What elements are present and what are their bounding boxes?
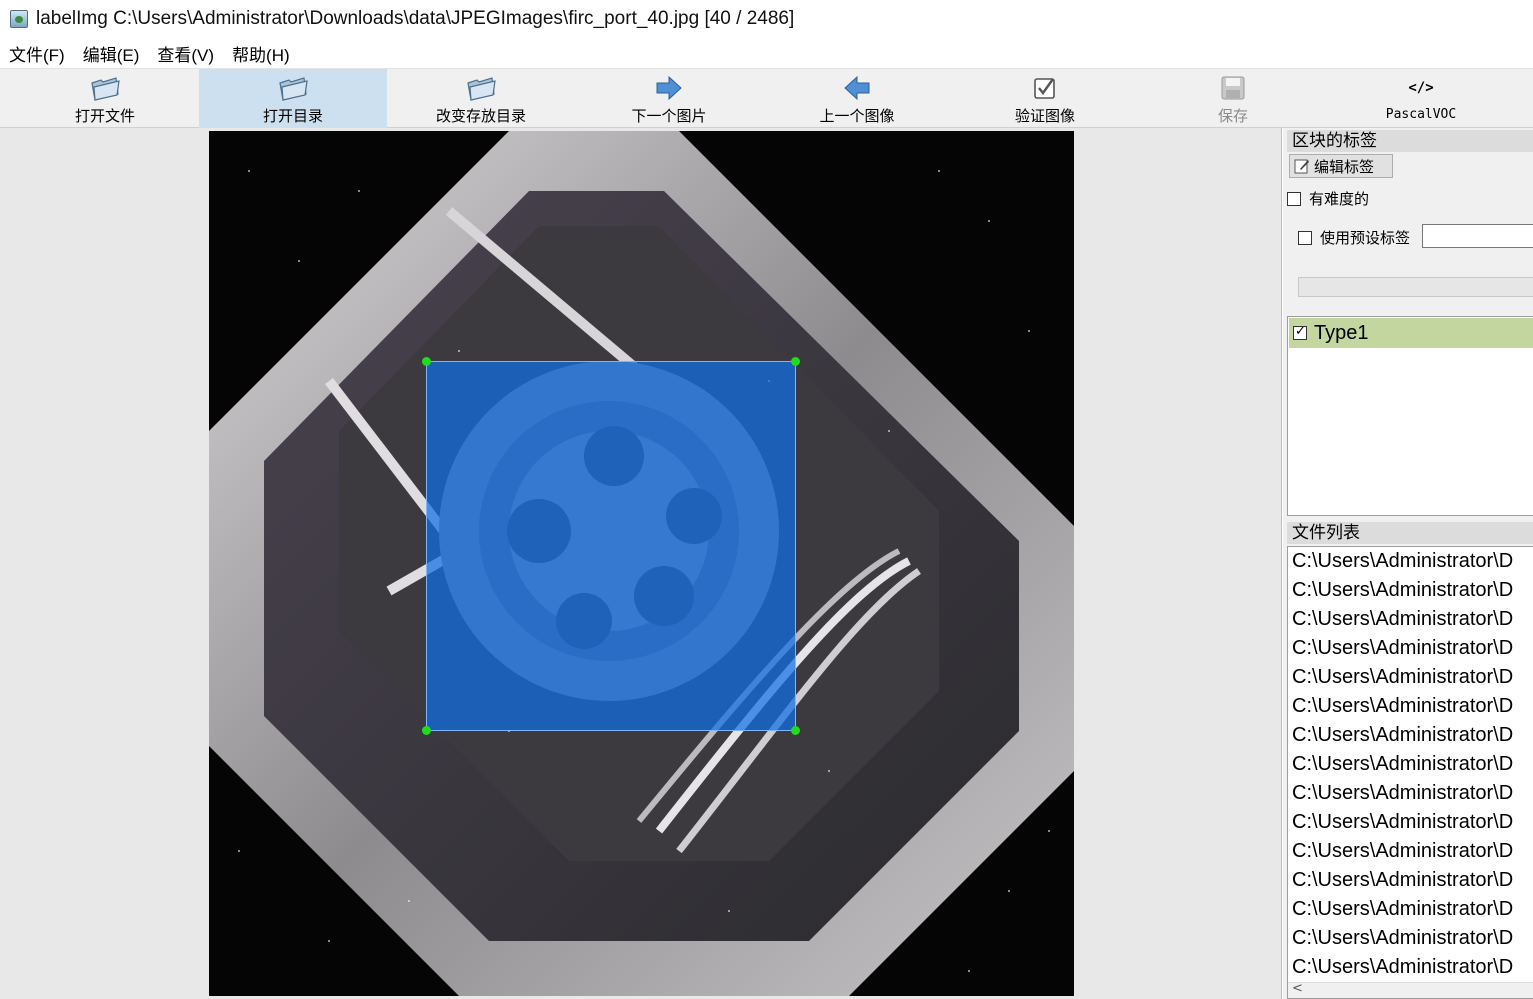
file-list-item[interactable]: C:\Users\Administrator\D xyxy=(1288,692,1533,721)
image-canvas[interactable] xyxy=(0,128,1282,999)
file-list-item[interactable]: C:\Users\Administrator\D xyxy=(1288,924,1533,953)
open-folder-icon xyxy=(88,73,122,103)
use-default-label-row[interactable]: 使用预设标签 xyxy=(1298,227,1410,248)
difficult-checkbox[interactable] xyxy=(1287,191,1301,206)
window-title: labelImg C:\Users\Administrator\Download… xyxy=(36,8,795,29)
open-folder-icon xyxy=(276,73,310,103)
label-item-name: Type1 xyxy=(1314,321,1369,344)
format-pascalvoc-button[interactable]: </> PascalVOC xyxy=(1327,69,1515,128)
menu-help[interactable]: 帮助(H) xyxy=(231,39,291,68)
default-label-input[interactable] xyxy=(1422,224,1533,248)
toolbar: 打开文件 打开目录 改变存放目录 下一个图片 上一个图像 验证图像 保存 </>… xyxy=(0,68,1533,128)
verify-check-icon xyxy=(1028,73,1062,103)
edit-label-button[interactable]: 编辑标签 xyxy=(1289,154,1393,178)
file-list-title: 文件列表 xyxy=(1287,522,1533,544)
verify-image-button[interactable]: 验证图像 xyxy=(951,69,1139,128)
menu-bar: 文件(F) 编辑(E) 查看(V) 帮助(H) xyxy=(0,38,1533,68)
arrow-left-icon xyxy=(840,73,874,103)
open-file-button[interactable]: 打开文件 xyxy=(11,69,199,128)
bbox-corner-handle-bottom-right[interactable] xyxy=(791,726,800,735)
file-list-item[interactable]: C:\Users\Administrator\D xyxy=(1288,547,1533,576)
label-visible-checkbox[interactable] xyxy=(1293,323,1307,340)
file-list-item[interactable]: C:\Users\Administrator\D xyxy=(1288,779,1533,808)
difficult-checkbox-row[interactable]: 有难度的 xyxy=(1287,188,1369,209)
title-bar: labelImg C:\Users\Administrator\Download… xyxy=(0,0,1533,38)
file-list-item[interactable]: C:\Users\Administrator\D xyxy=(1288,866,1533,895)
bounding-box-type1[interactable] xyxy=(426,361,796,731)
file-list-horizontal-scrollbar[interactable]: < xyxy=(1288,981,1533,998)
format-label: PascalVOC xyxy=(1385,107,1457,122)
file-list: C:\Users\Administrator\D C:\Users\Admini… xyxy=(1287,546,1533,999)
label-filter-combo[interactable] xyxy=(1298,277,1533,297)
file-list-item[interactable]: C:\Users\Administrator\D xyxy=(1288,837,1533,866)
code-format-icon: </> xyxy=(1408,80,1434,96)
use-default-label-checkbox[interactable] xyxy=(1298,230,1312,245)
next-image-button[interactable]: 下一个图片 xyxy=(575,69,763,128)
app-icon xyxy=(10,10,28,28)
file-list-item[interactable]: C:\Users\Administrator\D xyxy=(1288,605,1533,634)
menu-file[interactable]: 文件(F) xyxy=(8,39,66,68)
save-label: 保存 xyxy=(1217,107,1248,125)
prev-image-label: 上一个图像 xyxy=(819,107,895,125)
labels-panel-title: 区块的标签 xyxy=(1287,130,1533,152)
save-button[interactable]: 保存 xyxy=(1139,69,1327,128)
open-file-label: 打开文件 xyxy=(74,107,135,125)
file-list-item[interactable]: C:\Users\Administrator\D xyxy=(1288,576,1533,605)
use-default-label-text: 使用预设标签 xyxy=(1320,229,1411,247)
file-list-item[interactable]: C:\Users\Administrator\D xyxy=(1288,750,1533,779)
arrow-right-icon xyxy=(652,73,686,103)
change-save-dir-button[interactable]: 改变存放目录 xyxy=(387,69,575,128)
right-dock: 区块的标签 编辑标签 有难度的 使用预设标签 Type1 文件列表 C:\Use… xyxy=(1283,128,1533,999)
save-disk-icon xyxy=(1216,73,1250,103)
file-list-item[interactable]: C:\Users\Administrator\D xyxy=(1288,634,1533,663)
bbox-corner-handle-top-left[interactable] xyxy=(422,357,431,366)
menu-edit[interactable]: 编辑(E) xyxy=(82,39,141,68)
difficult-label: 有难度的 xyxy=(1309,190,1370,208)
bbox-corner-handle-bottom-left[interactable] xyxy=(422,726,431,735)
file-list-item[interactable]: C:\Users\Administrator\D xyxy=(1288,663,1533,692)
next-image-label: 下一个图片 xyxy=(631,107,707,125)
change-save-dir-label: 改变存放目录 xyxy=(435,107,526,125)
open-dir-button[interactable]: 打开目录 xyxy=(199,69,387,128)
scroll-left-icon[interactable]: < xyxy=(1292,981,1303,996)
open-folder-icon xyxy=(464,73,498,103)
prev-image-button[interactable]: 上一个图像 xyxy=(763,69,951,128)
edit-pencil-icon xyxy=(1294,158,1310,174)
edit-label-text: 编辑标签 xyxy=(1314,157,1375,176)
label-list-item[interactable]: Type1 xyxy=(1289,318,1533,348)
file-list-item[interactable]: C:\Users\Administrator\D xyxy=(1288,953,1533,982)
labelimg-window: labelImg C:\Users\Administrator\Download… xyxy=(0,0,1533,999)
file-list-item[interactable]: C:\Users\Administrator\D xyxy=(1288,895,1533,924)
bbox-corner-handle-top-right[interactable] xyxy=(791,357,800,366)
file-list-item[interactable]: C:\Users\Administrator\D xyxy=(1288,721,1533,750)
open-dir-label: 打开目录 xyxy=(262,107,323,125)
label-list: Type1 xyxy=(1287,316,1533,516)
file-list-item[interactable]: C:\Users\Administrator\D xyxy=(1288,808,1533,837)
verify-image-label: 验证图像 xyxy=(1014,107,1075,125)
menu-view[interactable]: 查看(V) xyxy=(156,39,215,68)
